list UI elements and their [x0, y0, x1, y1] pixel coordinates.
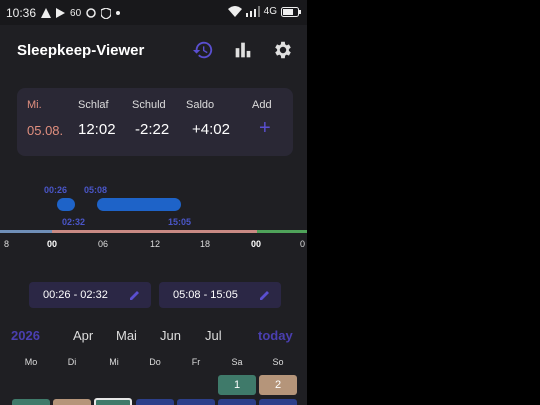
- schlaf-value: 12:02: [78, 121, 116, 138]
- calendar-day[interactable]: 2: [259, 375, 297, 395]
- gear-icon[interactable]: [272, 39, 294, 61]
- timeline-prev-day-line: [0, 230, 52, 233]
- schlaf-label: Schlaf: [78, 99, 109, 111]
- today-button[interactable]: today: [258, 328, 293, 343]
- timeline-next-day-line: [257, 230, 307, 233]
- weekday-label: So: [272, 357, 284, 367]
- status-time: 10:36: [6, 6, 37, 20]
- day-label: Mi.: [27, 99, 42, 111]
- saldo-value: +4:02: [192, 121, 230, 138]
- bar-chart-icon[interactable]: [232, 39, 254, 61]
- calendar-day-selected[interactable]: [94, 398, 132, 405]
- segment-2-start: 05:08: [84, 185, 108, 195]
- tick-label: 06: [98, 239, 109, 249]
- tick-label: 12: [150, 239, 161, 249]
- app-title: Sleepkeep-Viewer: [17, 42, 145, 59]
- sleep-timeline: 00:26 05:08 02:32 15:05 8 00 06 12 18 00…: [0, 180, 307, 260]
- shield-icon: [101, 7, 112, 19]
- wifi-icon: [227, 6, 242, 17]
- tick-label: 18: [200, 239, 211, 249]
- date-value: 05.08.: [27, 123, 64, 138]
- network-label: 4G: [263, 6, 277, 17]
- sleep-interval-chip-2[interactable]: 05:08 - 15:05: [159, 282, 281, 308]
- tick-label: 00: [251, 239, 262, 249]
- month-item[interactable]: Mai: [116, 328, 137, 343]
- schuld-label: Schuld: [132, 99, 166, 111]
- year-label[interactable]: 2026: [11, 328, 40, 343]
- calendar-day[interactable]: [218, 399, 256, 405]
- calendar-day[interactable]: [53, 399, 91, 405]
- month-item[interactable]: Jun: [160, 328, 181, 343]
- add-label: Add: [252, 99, 272, 111]
- saldo-label: Saldo: [186, 99, 215, 111]
- calendar-day[interactable]: [177, 399, 215, 405]
- weekday-label: Fr: [191, 357, 201, 367]
- weekday-label: Mo: [24, 357, 38, 367]
- tick-label: 0: [300, 239, 306, 249]
- status-number: 60: [70, 7, 82, 19]
- tick-label: 00: [47, 239, 58, 249]
- dot-icon: [116, 11, 121, 15]
- chip-label: 00:26 - 02:32: [43, 289, 108, 301]
- weekday-label: Do: [149, 357, 161, 367]
- edit-icon[interactable]: [259, 289, 271, 301]
- calendar-day[interactable]: [259, 399, 297, 405]
- cell-signal-icon: [245, 6, 260, 17]
- sync-icon: [86, 8, 96, 18]
- play-icon: [56, 8, 66, 18]
- tick-label: 8: [4, 239, 10, 249]
- status-bar: 10:36 60 4G: [0, 0, 307, 25]
- weekday-label: Sa: [231, 357, 243, 367]
- schuld-value: -2:22: [135, 121, 170, 138]
- app-bar: Sleepkeep-Viewer: [0, 25, 307, 77]
- calendar-day[interactable]: [136, 399, 174, 405]
- weekday-label: Di: [67, 357, 77, 367]
- day-summary-card[interactable]: Mi. 05.08. Schlaf 12:02 Schuld -2:22 Sal…: [17, 88, 293, 156]
- sleep-interval-chip-1[interactable]: 00:26 - 02:32: [29, 282, 151, 308]
- segment-1-start: 00:26: [44, 185, 68, 195]
- edit-icon[interactable]: [129, 289, 141, 301]
- calendar-day[interactable]: 1: [218, 375, 256, 395]
- phone-screen: 10:36 60 4G Sleepkeep-Viewer Mi. 05.08. …: [0, 0, 307, 405]
- add-button[interactable]: +: [259, 117, 271, 140]
- month-item[interactable]: Apr: [73, 328, 93, 343]
- warning-icon: [41, 8, 52, 18]
- sleep-segment-1[interactable]: [57, 198, 75, 211]
- chip-label: 05:08 - 15:05: [173, 289, 238, 301]
- timeline-day-line: [52, 230, 257, 233]
- month-selector: 2026 Apr Mai Jun Jul today: [0, 328, 307, 346]
- month-item[interactable]: Jul: [205, 328, 222, 343]
- battery-icon: [281, 6, 301, 17]
- sleep-segment-2[interactable]: [97, 198, 181, 211]
- calendar-day[interactable]: [12, 399, 50, 405]
- history-icon[interactable]: [192, 39, 214, 61]
- weekday-label: Mi: [109, 357, 119, 367]
- segment-1-end: 02:32: [62, 217, 86, 227]
- segment-2-end: 15:05: [168, 217, 192, 227]
